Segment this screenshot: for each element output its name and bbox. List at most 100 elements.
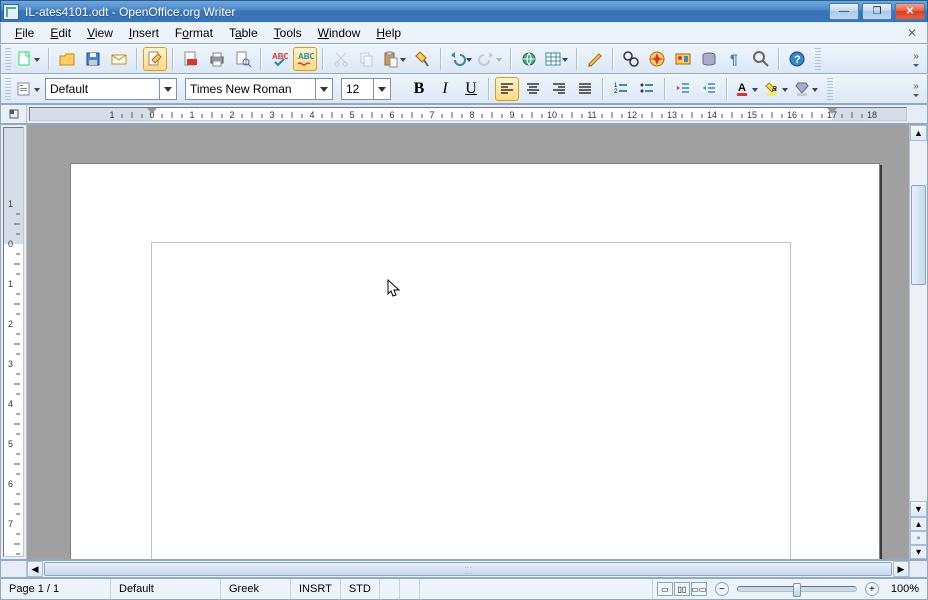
find-replace-button[interactable] [619, 47, 643, 71]
status-modified[interactable] [380, 579, 400, 599]
font-size-combo[interactable]: 12 [341, 78, 391, 100]
prev-page-button[interactable]: ▴ [910, 517, 927, 531]
horizontal-ruler[interactable]: 10123456789101112131415161718 [29, 107, 907, 121]
highlight-color-button[interactable]: a [763, 77, 791, 101]
page[interactable] [70, 163, 880, 559]
help-button[interactable]: ? [785, 47, 809, 71]
toolbar-handle-4[interactable] [827, 78, 833, 100]
scroll-left-button[interactable]: ◀ [27, 561, 43, 577]
align-right-button[interactable] [547, 77, 571, 101]
email-button[interactable] [107, 47, 131, 71]
minimize-button[interactable]: — [829, 3, 859, 20]
save-button[interactable] [81, 47, 105, 71]
print-preview-button[interactable] [231, 47, 255, 71]
show-draw-functions-button[interactable] [583, 47, 607, 71]
menu-view[interactable]: View [79, 24, 121, 42]
bullet-list-button[interactable] [635, 77, 659, 101]
toolbar-handle[interactable] [5, 48, 11, 70]
underline-button[interactable]: U [459, 77, 483, 101]
edit-file-button[interactable] [143, 47, 167, 71]
numbered-list-button[interactable]: 12 [609, 77, 633, 101]
zoom-out-button[interactable]: − [715, 582, 729, 596]
decrease-indent-button[interactable] [671, 77, 695, 101]
menu-insert[interactable]: Insert [121, 24, 167, 42]
status-info[interactable] [420, 579, 653, 599]
menu-tools[interactable]: Tools [266, 24, 310, 42]
view-single-page-button[interactable]: ▭ [657, 582, 673, 596]
new-button[interactable] [15, 47, 43, 71]
zoom-percent[interactable]: 100% [883, 579, 927, 599]
status-page[interactable]: Page 1 / 1 [1, 579, 111, 599]
close-button[interactable]: ✕ [895, 3, 925, 20]
menu-help[interactable]: Help [368, 24, 409, 42]
menu-file[interactable]: File [7, 24, 42, 42]
undo-button[interactable] [447, 47, 475, 71]
toolbar-handle-2[interactable] [815, 48, 821, 70]
zoom-slider[interactable] [737, 586, 857, 592]
ruler-corner[interactable] [1, 105, 27, 123]
document-area[interactable] [27, 125, 909, 559]
vertical-scrollbar[interactable]: ▲ ▼ ▴ ◦ ▾ [909, 125, 927, 559]
gallery-button[interactable] [671, 47, 695, 71]
svg-text:¶: ¶ [730, 51, 738, 67]
redo-button[interactable] [477, 47, 505, 71]
paste-button[interactable] [381, 47, 409, 71]
text-frame[interactable] [151, 242, 791, 559]
zoom-button[interactable] [749, 47, 773, 71]
view-multi-page-button[interactable]: ▯▯ [674, 582, 690, 596]
menu-edit[interactable]: Edit [42, 24, 79, 42]
font-color-button[interactable]: A [733, 77, 761, 101]
format-paintbrush-button[interactable] [411, 47, 435, 71]
bold-button[interactable]: B [407, 77, 431, 101]
open-button[interactable] [55, 47, 79, 71]
zoom-in-button[interactable]: + [865, 582, 879, 596]
svg-text:ABC: ABC [272, 52, 288, 61]
menu-table[interactable]: Table [221, 24, 266, 42]
nonprinting-chars-button[interactable]: ¶ [723, 47, 747, 71]
table-button[interactable] [543, 47, 571, 71]
vertical-ruler[interactable]: 1012345678 [1, 125, 27, 559]
italic-button[interactable]: I [433, 77, 457, 101]
view-book-button[interactable]: ▭▭ [691, 582, 707, 596]
align-justify-button[interactable] [573, 77, 597, 101]
background-color-button[interactable] [793, 77, 821, 101]
scroll-up-button[interactable]: ▲ [910, 125, 927, 141]
horizontal-scrollbar[interactable]: ◀ ▶ [0, 560, 928, 578]
paragraph-style-combo[interactable]: Default [45, 78, 177, 100]
copy-button[interactable] [355, 47, 379, 71]
toolbar-handle-3[interactable] [5, 78, 11, 100]
status-signature[interactable] [400, 579, 420, 599]
document-close-button[interactable]: ✕ [903, 25, 921, 41]
align-center-button[interactable] [521, 77, 545, 101]
navigation-button[interactable]: ◦ [910, 531, 927, 545]
scroll-down-button[interactable]: ▼ [910, 501, 927, 517]
toolbar-overflow[interactable] [909, 47, 923, 71]
next-page-button[interactable]: ▾ [910, 545, 927, 559]
zoom-knob[interactable] [793, 583, 801, 597]
data-sources-button[interactable] [697, 47, 721, 71]
svg-text:ABC: ABC [298, 52, 314, 61]
spellcheck-button[interactable]: ABC [267, 47, 291, 71]
font-name-combo[interactable]: Times New Roman [185, 78, 333, 100]
increase-indent-button[interactable] [697, 77, 721, 101]
menu-window[interactable]: Window [310, 24, 369, 42]
export-pdf-button[interactable] [179, 47, 203, 71]
scroll-right-button[interactable]: ▶ [893, 561, 909, 577]
status-selection-mode[interactable]: STD [341, 579, 380, 599]
scroll-thumb[interactable] [911, 185, 926, 285]
toolbar-overflow-2[interactable] [909, 77, 923, 101]
hscroll-thumb[interactable] [44, 562, 892, 576]
menu-bar: File Edit View Insert Format Table Tools… [0, 22, 928, 44]
print-button[interactable] [205, 47, 229, 71]
maximize-button[interactable]: ❐ [862, 3, 892, 20]
status-style[interactable]: Default [111, 579, 221, 599]
hyperlink-button[interactable] [517, 47, 541, 71]
align-left-button[interactable] [495, 77, 519, 101]
navigator-button[interactable] [645, 47, 669, 71]
status-insert-mode[interactable]: INSRT [291, 579, 341, 599]
menu-format[interactable]: Format [167, 24, 221, 42]
styles-button[interactable] [15, 77, 43, 101]
auto-spellcheck-button[interactable]: ABC [293, 47, 317, 71]
status-language[interactable]: Greek [221, 579, 291, 599]
cut-button[interactable] [329, 47, 353, 71]
